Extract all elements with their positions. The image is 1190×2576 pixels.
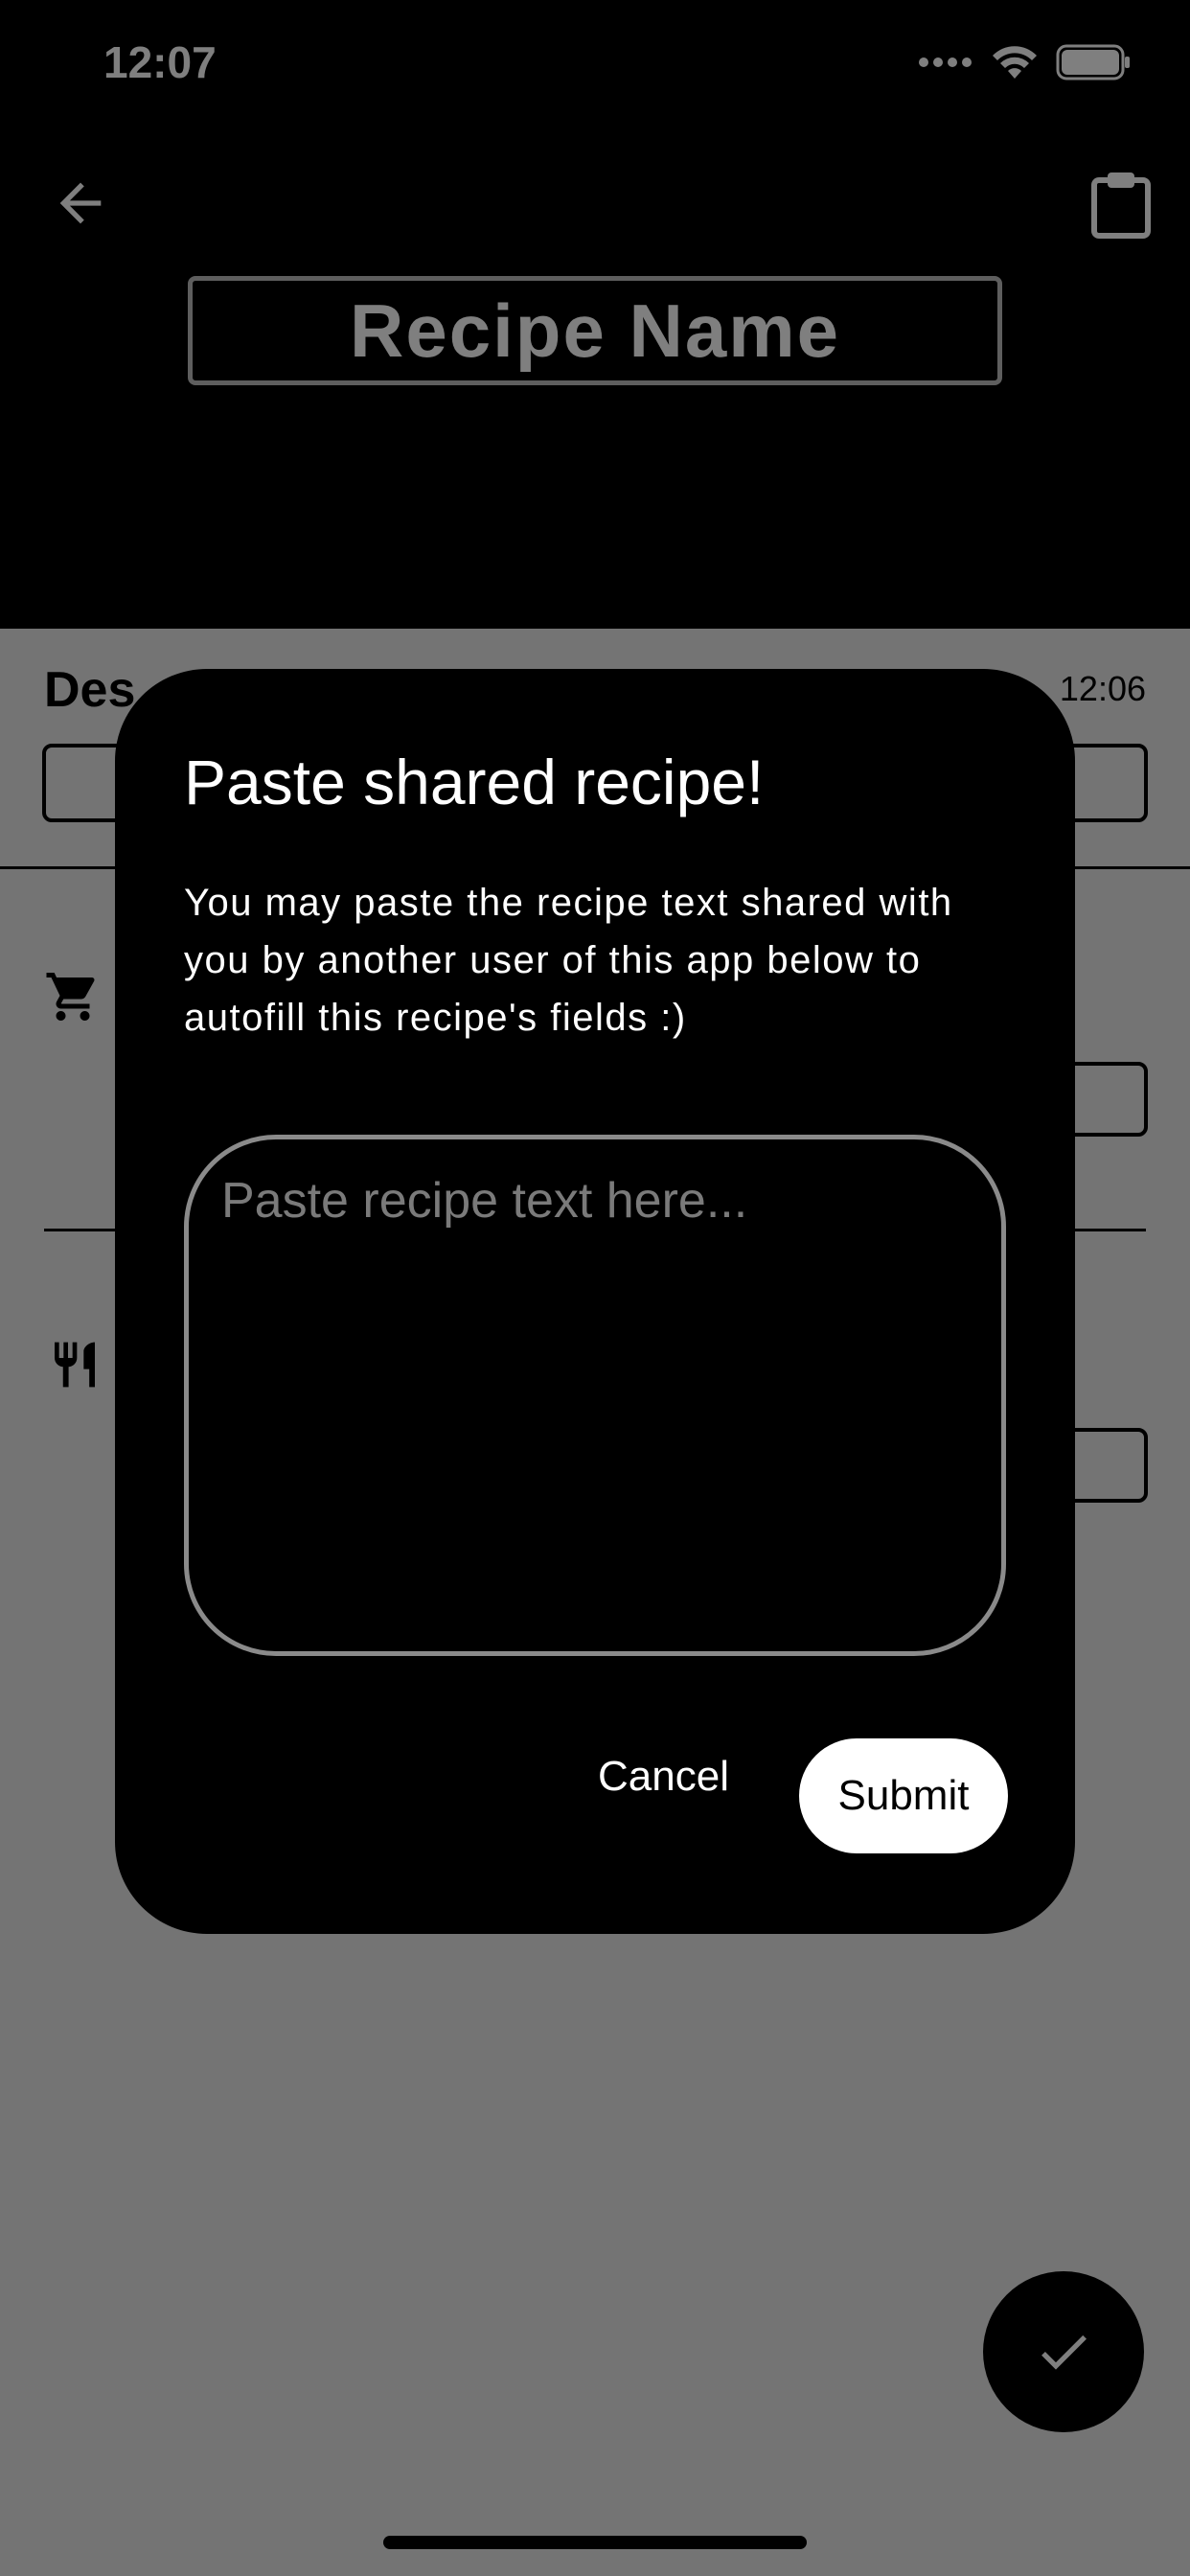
screen: 12:07 [0,0,1190,2576]
dialog-title: Paste shared recipe! [184,747,765,817]
submit-button[interactable]: Submit [799,1738,1008,1853]
home-indicator[interactable] [383,2536,807,2549]
dialog-body-text: You may paste the recipe text shared wit… [184,882,953,1039]
paste-recipe-dialog: Paste shared recipe! You may paste the r… [115,669,1075,1934]
cancel-button[interactable]: Cancel [579,1740,748,1813]
paste-recipe-input[interactable] [184,1135,1006,1656]
